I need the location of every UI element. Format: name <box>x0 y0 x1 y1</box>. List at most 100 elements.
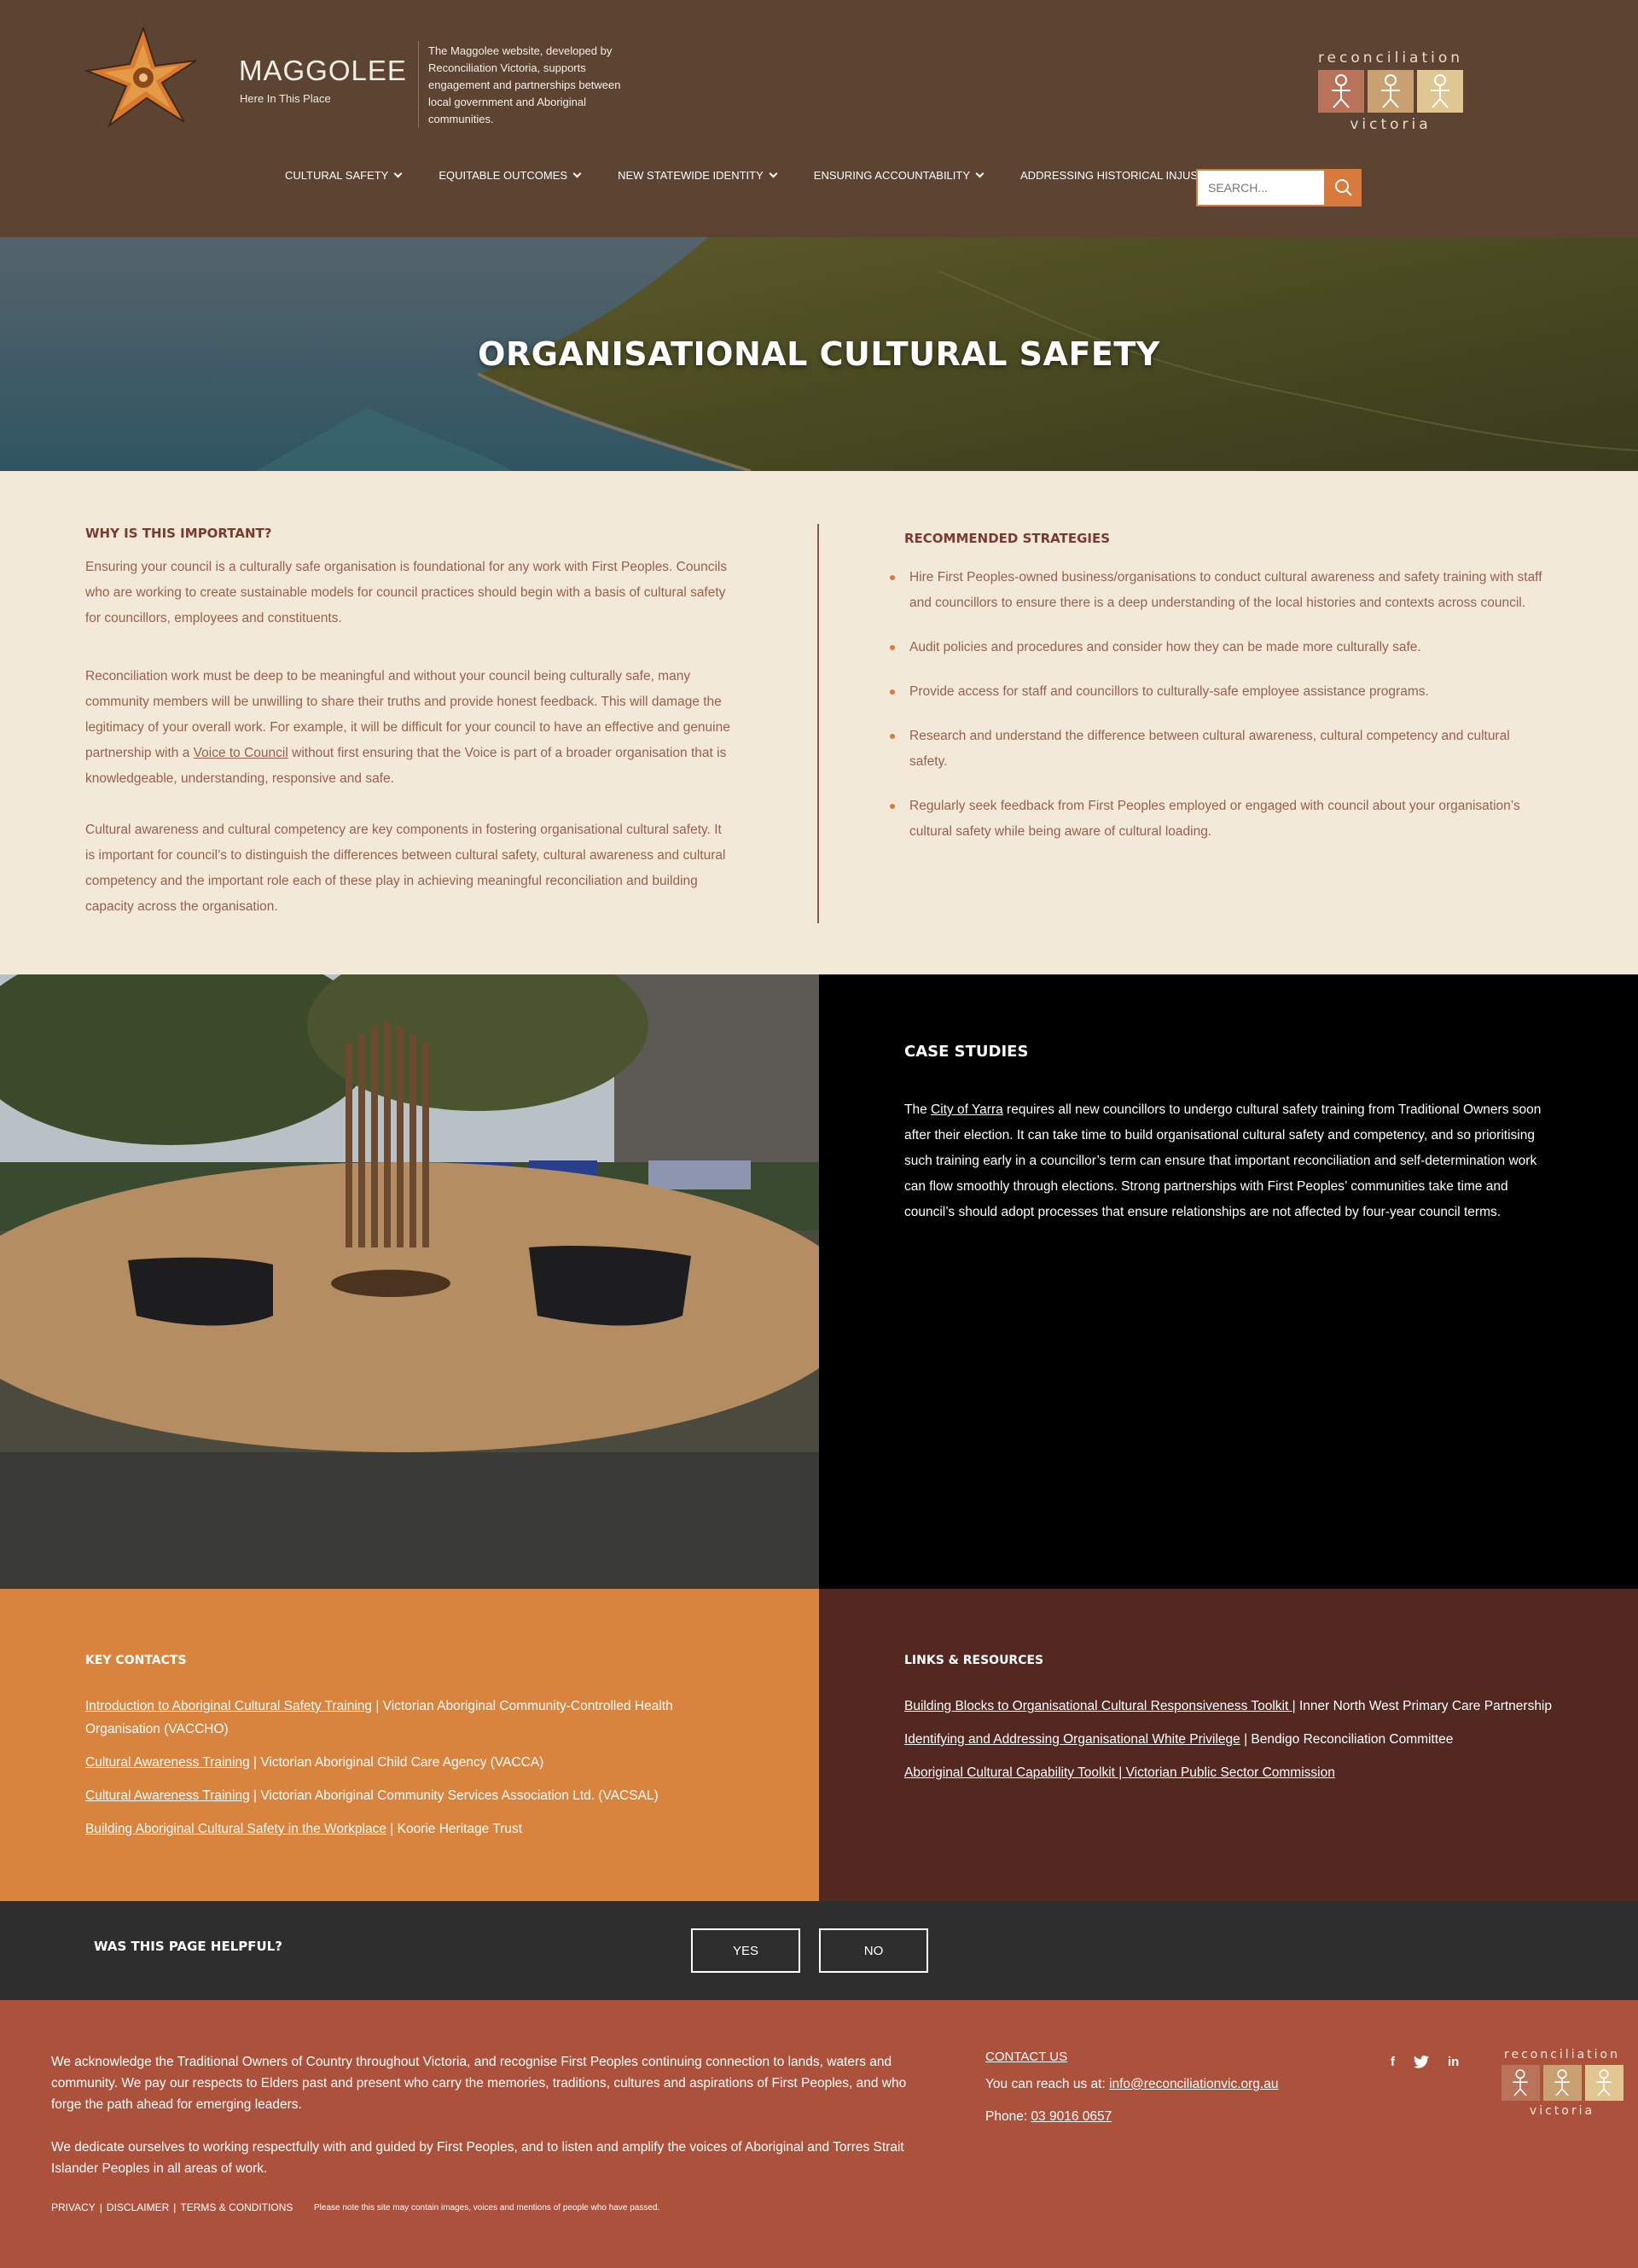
contact-org: | Victorian Aboriginal Community Service… <box>249 1788 659 1803</box>
rv-logo-figures <box>1314 70 1467 113</box>
strategies-list: Hire First Peoples-owned business/organi… <box>890 565 1544 845</box>
chevron-down-icon <box>572 169 582 178</box>
resource-link[interactable]: Identifying and Addressing Organisationa… <box>904 1732 1240 1747</box>
resource-link[interactable]: Building Blocks to Organisational Cultur… <box>904 1699 1296 1713</box>
terms-link[interactable]: TERMS & CONDITIONS <box>180 2201 293 2213</box>
case-studies-text: The City of Yarra requires all new counc… <box>904 1097 1553 1225</box>
hero-banner: ORGANISATIONAL CULTURAL SAFETY <box>0 237 1638 471</box>
dedication-text: We dedicate ourselves to working respect… <box>51 2140 904 2176</box>
passed-persons-note: Please note this site may contain images… <box>314 2203 660 2213</box>
search-button[interactable] <box>1326 169 1362 206</box>
contact-link[interactable]: Building Aboriginal Cultural Safety in t… <box>85 1822 386 1836</box>
case-study-photo <box>0 974 819 1589</box>
footer-rv-logo[interactable]: reconciliation victoria <box>1498 2048 1626 2118</box>
why-paragraph-1: Ensuring your council is a culturally sa… <box>85 560 728 625</box>
why-important-column: WHY IS THIS IMPORTANT? Ensuring your cou… <box>85 526 734 945</box>
site-header: MAGGOLEE Here In This Place The Maggolee… <box>0 0 1638 237</box>
contact-org: | Victorian Aboriginal Child Care Agency… <box>249 1755 544 1770</box>
chevron-down-icon <box>769 169 778 178</box>
linkedin-icon[interactable]: in <box>1448 2055 1459 2069</box>
contact-link[interactable]: Cultural Awareness Training <box>85 1788 250 1803</box>
column-divider <box>817 524 819 923</box>
contact-us-link[interactable]: CONTACT US <box>985 2050 1278 2064</box>
voice-to-council-link[interactable]: Voice to Council <box>194 746 288 760</box>
list-item: Cultural Awareness Training | Victorian … <box>85 1751 734 1774</box>
nav-cultural-safety[interactable]: CULTURAL SAFETY <box>285 169 403 182</box>
yes-button[interactable]: YES <box>691 1928 800 1973</box>
email-link[interactable]: info@reconciliationvic.org.au <box>1109 2077 1278 2091</box>
resource-org: | Bendigo Reconciliation Committee <box>1240 1732 1454 1747</box>
nav-label: NEW STATEWIDE IDENTITY <box>618 169 764 182</box>
links-resources-panel: LINKS & RESOURCES Building Blocks to Org… <box>819 1589 1638 1901</box>
search-icon <box>1335 179 1352 196</box>
legal-links: PRIVACY | DISCLAIMER | TERMS & CONDITION… <box>51 2201 293 2213</box>
links-resources-heading: LINKS & RESOURCES <box>904 1654 1044 1667</box>
nav-new-statewide-identity[interactable]: NEW STATEWIDE IDENTITY <box>618 169 778 182</box>
key-contacts-heading: KEY CONTACTS <box>85 1654 187 1667</box>
list-item: Regularly seek feedback from First Peopl… <box>890 794 1544 845</box>
list-item: Aboriginal Cultural Capability Toolkit |… <box>904 1761 1553 1784</box>
case-studies-heading: CASE STUDIES <box>904 1043 1029 1061</box>
privacy-link[interactable]: PRIVACY <box>51 2201 96 2213</box>
rv-logo-top-text: reconciliation <box>1317 49 1464 67</box>
separator: | <box>173 2201 177 2213</box>
list-item: Provide access for staff and councillors… <box>890 679 1544 705</box>
maggolee-star-logo[interactable] <box>49 26 237 130</box>
list-item: Identifying and Addressing Organisationa… <box>904 1728 1553 1751</box>
why-paragraph-2: Reconciliation work must be deep to be m… <box>85 664 734 792</box>
list-item: Research and understand the difference b… <box>890 724 1544 775</box>
rv-logo-top-text: reconciliation <box>1504 2048 1620 2062</box>
city-of-yarra-link[interactable]: City of Yarra <box>931 1102 1003 1117</box>
chevron-down-icon <box>393 169 403 178</box>
feedback-bar: WAS THIS PAGE HELPFUL? YES NO <box>0 1901 1638 2000</box>
phone-link[interactable]: 03 9016 0657 <box>1031 2109 1112 2124</box>
search-input[interactable] <box>1196 169 1326 206</box>
case-text: requires all new councillors to undergo … <box>904 1102 1542 1219</box>
no-button[interactable]: NO <box>819 1928 928 1973</box>
rv-figure-icon <box>1584 2065 1623 2101</box>
list-item: Building Aboriginal Cultural Safety in t… <box>85 1817 734 1841</box>
content-section: WHY IS THIS IMPORTANT? Ensuring your cou… <box>0 471 1638 974</box>
list-item: Audit policies and procedures and consid… <box>890 635 1544 660</box>
rv-logo-figures <box>1498 2065 1626 2101</box>
reconciliation-victoria-logo[interactable]: reconciliation victoria <box>1314 49 1467 133</box>
search-box <box>1196 169 1362 206</box>
rv-logo-bottom-text: victoria <box>1350 116 1432 133</box>
brand-tagline: Here In This Place <box>240 92 331 105</box>
contact-link[interactable]: Introduction to Aboriginal Cultural Safe… <box>85 1699 372 1713</box>
list-item: Introduction to Aboriginal Cultural Safe… <box>85 1695 734 1741</box>
rv-figure-icon <box>1368 70 1414 113</box>
contact-org: | Koorie Heritage Trust <box>386 1822 523 1836</box>
nav-ensuring-accountability[interactable]: ENSURING ACCOUNTABILITY <box>813 169 985 182</box>
social-links: f in <box>1391 2055 1459 2069</box>
nav-label: ENSURING ACCOUNTABILITY <box>813 169 971 182</box>
resource-link[interactable]: Aboriginal Cultural Capability Toolkit |… <box>904 1765 1335 1780</box>
rv-figure-icon <box>1542 2065 1582 2101</box>
list-item: Hire First Peoples-owned business/organi… <box>890 565 1544 616</box>
key-contacts-panel: KEY CONTACTS Introduction to Aboriginal … <box>0 1589 819 1901</box>
facebook-icon[interactable]: f <box>1391 2055 1395 2069</box>
brand-description: The Maggolee website, developed by Recon… <box>428 44 621 125</box>
brand-divider <box>418 41 419 128</box>
rv-figure-icon <box>1318 70 1364 113</box>
acknowledgement-text: We acknowledge the Traditional Owners of… <box>51 2055 907 2112</box>
list-item: Cultural Awareness Training | Victorian … <box>85 1784 734 1807</box>
why-paragraph-3: Cultural awareness and cultural competen… <box>85 823 726 914</box>
contact-email-line: You can reach us at: info@reconciliation… <box>985 2074 1278 2095</box>
disclaimer-link[interactable]: DISCLAIMER <box>107 2201 169 2213</box>
contact-phone-line: Phone: 03 9016 0657 <box>985 2107 1278 2127</box>
acknowledgement: We acknowledge the Traditional Owners of… <box>51 2051 938 2201</box>
nav-equitable-outcomes[interactable]: EQUITABLE OUTCOMES <box>439 169 582 182</box>
twitter-icon[interactable] <box>1414 2056 1429 2068</box>
feedback-question: WAS THIS PAGE HELPFUL? <box>94 1939 282 1954</box>
contact-block: CONTACT US You can reach us at: info@rec… <box>985 2050 1278 2139</box>
nav-label: EQUITABLE OUTCOMES <box>439 169 568 182</box>
brand-name[interactable]: MAGGOLEE <box>239 55 407 87</box>
case-text: The <box>904 1102 932 1117</box>
reach-label: You can reach us at: <box>985 2077 1110 2091</box>
memorial-garden-image <box>0 974 819 1589</box>
nav-label: CULTURAL SAFETY <box>285 169 389 182</box>
case-studies-panel: CASE STUDIES The City of Yarra requires … <box>819 974 1638 1589</box>
contact-link[interactable]: Cultural Awareness Training <box>85 1755 250 1770</box>
resource-org: Inner North West Primary Care Partnershi… <box>1295 1699 1552 1713</box>
